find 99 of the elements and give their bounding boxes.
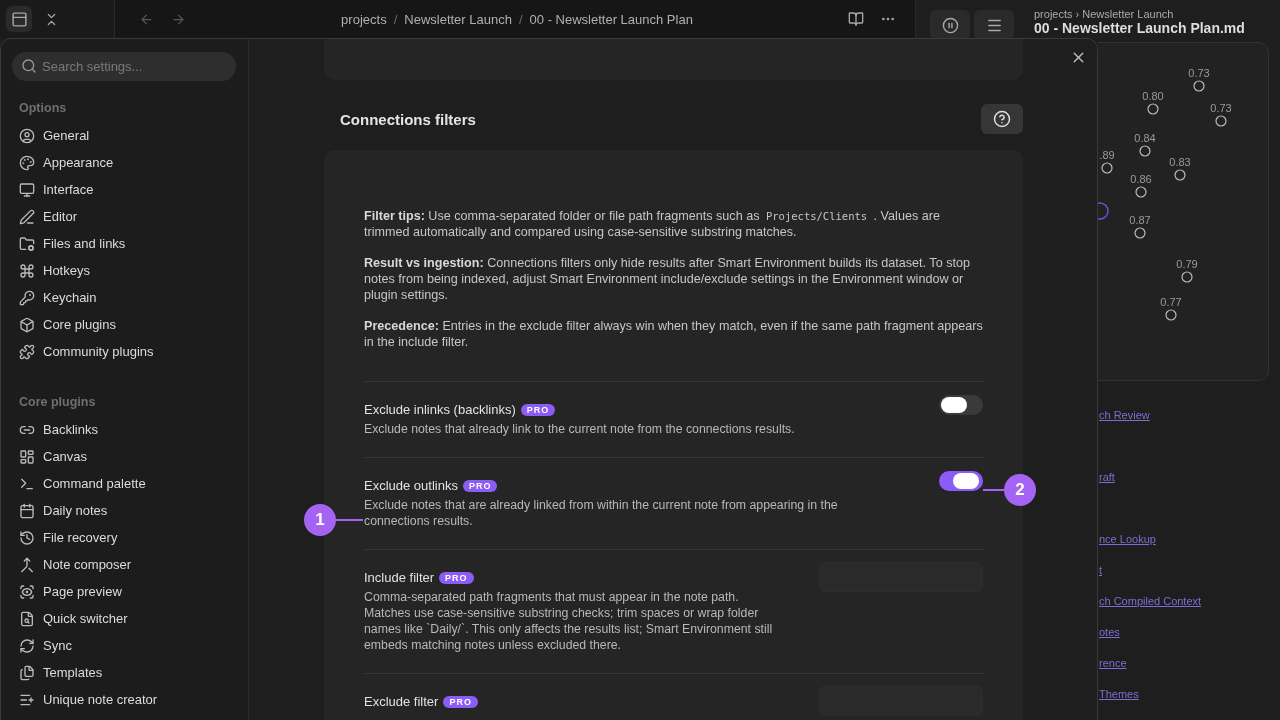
note-link[interactable]: nce Lookup (1099, 531, 1280, 547)
breadcrumb-separator: / (518, 11, 523, 27)
monitor-icon (19, 181, 35, 198)
pause-icon[interactable] (941, 16, 959, 34)
key-icon (19, 289, 35, 306)
search-icon (21, 58, 37, 74)
pro-badge: PRO (443, 695, 478, 708)
settings-nav-item[interactable]: Quick switcher (12, 605, 236, 632)
eye-scan-icon (19, 583, 35, 600)
settings-nav-item[interactable]: Backlinks (12, 416, 236, 443)
breadcrumb-item[interactable]: Newsletter Launch (404, 11, 512, 27)
toggle-switch[interactable] (939, 471, 983, 491)
history-icon (19, 529, 35, 546)
note-link[interactable]: Themes (1099, 686, 1280, 702)
settings-nav-item[interactable]: Daily notes (12, 497, 236, 524)
files-icon (19, 664, 35, 681)
setting-name: Include filter (364, 570, 435, 585)
settings-nav-item[interactable]: Canvas (12, 443, 236, 470)
puzzle-icon (19, 343, 35, 360)
user-circle-icon (19, 127, 35, 144)
box-icon (19, 316, 35, 333)
pro-badge: PRO (462, 479, 498, 492)
graph-node (1134, 227, 1146, 239)
setting-name: Exclude outlinks (364, 478, 458, 493)
node-score: 0.73 (1188, 67, 1210, 79)
graph-node (1098, 202, 1109, 220)
breadcrumb-item[interactable]: 00 - Newsletter Launch Plan (529, 11, 693, 27)
section-heading: Core plugins (19, 395, 97, 411)
settings-nav-item[interactable]: Note composer (12, 551, 236, 578)
settings-nav-item[interactable]: Interface (12, 176, 236, 203)
grid-icon (19, 448, 35, 465)
graph-node (1165, 309, 1177, 321)
command-key-icon (19, 262, 35, 279)
file-search-icon (19, 610, 35, 627)
settings-nav-item[interactable]: Keychain (12, 284, 236, 311)
node-score: 0.79 (1176, 258, 1198, 270)
note-link[interactable]: raft (1099, 469, 1280, 485)
settings-nav-item[interactable]: Files and links (12, 230, 236, 257)
merge-icon (19, 556, 35, 573)
sidebar-toggle-icon[interactable] (6, 6, 32, 32)
settings-nav-item[interactable]: Sync (12, 632, 236, 659)
node-score: 0.87 (1129, 214, 1151, 226)
setting-description: Exclude notes that already link to the current note from the connections results. (364, 421, 795, 437)
graph-node (1174, 169, 1186, 181)
settings-nav-item[interactable]: Appearance (12, 149, 236, 176)
note-link[interactable]: t (1099, 562, 1280, 578)
graph-node (1147, 103, 1159, 115)
filter-tip: Filter tips: Use comma-separated folder or file path fragments such as Projects/Clients . Values are trimmed automatically and compared using case-sensitive substring matches. (364, 208, 941, 240)
settings-nav-item[interactable]: Community plugins (12, 338, 236, 365)
calendar-icon (19, 502, 35, 519)
graph-node (1139, 145, 1151, 157)
filter-tip: Result vs ingestion: Connections filters only hide results after Smart Environment builds its dataset. To stop notes from being indexed, adjust Smart Environment include/exclude settings in the Environment window or plugin settings. (364, 255, 971, 303)
setting-description: Comma-separated path fragments that must appear in the note path. Matches use case-sensitive substring checks; trim spaces or wrap folder names like `Daily/`. This only affects the results list; Smart Environment still embeds matching notes unless excluded there. (364, 589, 774, 653)
node-score: 0.83 (1169, 156, 1191, 168)
settings-nav-item[interactable]: Templates (12, 659, 236, 686)
filter-tip: Precedence: Entries in the exclude filter always win when they match, even if the same path fragment appears in the include filter. (364, 318, 983, 350)
graph-node (1215, 115, 1227, 127)
settings-nav-item[interactable]: Core plugins (12, 311, 236, 338)
node-score: 0.73 (1210, 102, 1232, 114)
setting-name: Exclude filter (364, 694, 439, 709)
search-field[interactable]: Search settings... (12, 52, 236, 81)
help-icon[interactable] (993, 110, 1011, 128)
toggle-switch[interactable] (939, 395, 983, 415)
breadcrumb-item[interactable]: projects (341, 11, 387, 27)
graph-node (1135, 186, 1147, 198)
settings-nav-item[interactable]: File recovery (12, 524, 236, 551)
settings-nav-item[interactable]: General (12, 122, 236, 149)
section-title: Connections filters (340, 110, 476, 128)
settings-nav-item[interactable]: Hotkeys (12, 257, 236, 284)
note-link[interactable]: rence (1099, 655, 1280, 671)
node-score: 0.84 (1134, 132, 1156, 144)
sync-icon (19, 637, 35, 654)
leader-line (336, 519, 363, 521)
settings-nav-item[interactable]: Editor (12, 203, 236, 230)
node-score: 0.77 (1160, 296, 1182, 308)
node-score: 0.80 (1142, 90, 1164, 102)
note-link[interactable]: ch Compiled Context (1099, 593, 1280, 609)
settings-nav-item[interactable]: Command palette (12, 470, 236, 497)
settings-nav-item[interactable]: Page preview (12, 578, 236, 605)
note-path: projects › Newsletter Launch (1034, 8, 1175, 20)
pro-badge: PRO (439, 571, 474, 584)
breadcrumb-separator: / (393, 11, 398, 27)
graph-node (1193, 80, 1205, 92)
graph-node (1101, 162, 1113, 174)
note-link[interactable]: ch Review (1099, 407, 1280, 423)
node-score: 0.86 (1130, 173, 1152, 185)
setting-name: Exclude inlinks (backlinks) (364, 402, 516, 417)
note-link[interactable]: otes (1099, 624, 1280, 640)
leader-line (983, 489, 1004, 491)
folder-icon (19, 235, 35, 252)
section-heading: Options (19, 101, 68, 117)
node-score: .89 (1099, 149, 1115, 161)
pro-badge: PRO (520, 403, 556, 416)
note-title: 00 - Newsletter Launch Plan.md (1034, 20, 1245, 36)
palette-icon (19, 154, 35, 171)
graph-node (1181, 271, 1193, 283)
settings-nav-item[interactable]: Unique note creator (12, 686, 236, 713)
setting-description: Exclude notes that are already linked from within the current note from appearing in the connections results. (364, 497, 839, 529)
pen-icon (19, 208, 35, 225)
